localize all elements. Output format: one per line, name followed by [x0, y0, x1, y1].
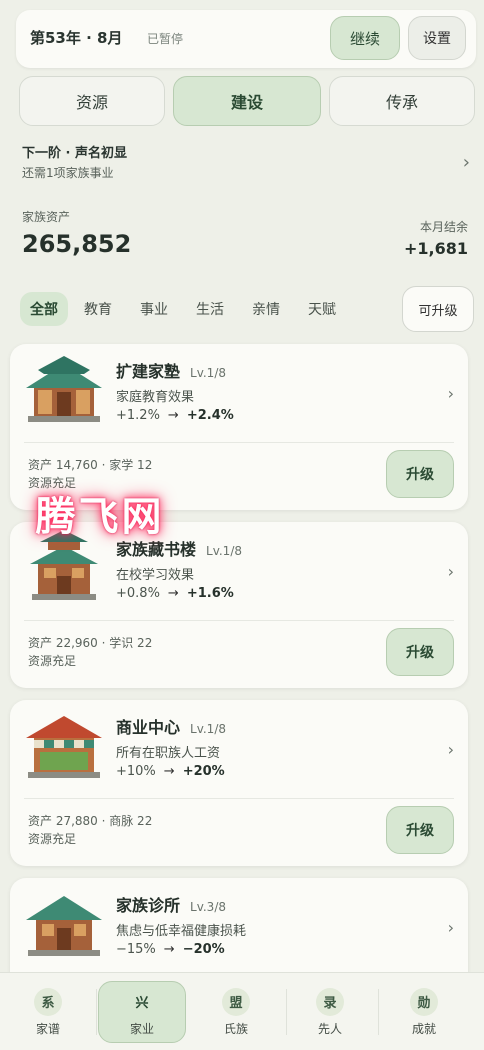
category-filters: 全部 教育 事业 生活 亲情 天赋 可升级: [16, 286, 476, 332]
upgrade-requirements: 资产 27,880 · 商脉 22: [28, 814, 153, 828]
nav-ancestors[interactable]: 录 先人: [286, 981, 374, 1043]
chevron-right-icon[interactable]: ›: [448, 384, 454, 403]
effect-change: −15% → −20%: [116, 942, 225, 957]
divider: [24, 620, 454, 621]
building-level: Lv.1/8: [206, 544, 242, 558]
top-bar: 第53年 · 8月 已暂停 继续 设置: [16, 10, 476, 68]
bottom-nav: 系 家谱 兴 家业 盟 氏族 录 先人 勋 成就: [0, 972, 484, 1050]
nav-family-business[interactable]: 兴 家业: [98, 981, 186, 1043]
divider: [24, 798, 454, 799]
upgrade-button[interactable]: 升级: [386, 450, 454, 498]
building-card[interactable]: 商业中心 Lv.1/8 所有在职族人工资 +10% → +20% › 资产 27,88…: [10, 700, 468, 866]
medal-icon: 勋: [410, 987, 438, 1016]
building-level: Lv.3/8: [190, 900, 226, 914]
nav-label: 氏族: [223, 1021, 248, 1036]
chevron-right-icon[interactable]: ›: [448, 918, 454, 937]
arrow-right-icon: →: [167, 408, 179, 423]
prosper-icon: 兴: [135, 996, 149, 1011]
divider: [378, 989, 379, 1035]
genealogy-icon: 系: [34, 987, 62, 1016]
chevron-right-icon[interactable]: ›: [448, 740, 454, 759]
building-name: 商业中心 Lv.1/8: [116, 718, 226, 737]
upgrade-button[interactable]: 升级: [386, 806, 454, 854]
building-effect: 焦虑与低幸福健康损耗: [116, 924, 247, 939]
resource-status: 资源充足: [28, 654, 77, 668]
school-building-icon: [26, 356, 102, 422]
nav-label: 先人: [317, 1021, 342, 1036]
chevron-right-icon: ›: [462, 152, 470, 173]
assets-summary: 家族资产 265,852 本月结余 +1,681: [22, 206, 472, 266]
nav-label: 成就: [411, 1021, 436, 1036]
filter-career[interactable]: 事业: [130, 292, 178, 326]
monthly-balance-label: 本月结余: [419, 220, 468, 234]
monthly-balance-value: +1,681: [403, 239, 468, 258]
next-stage-row[interactable]: 下一阶 · 声名初显 还需1项家族事业 ›: [22, 142, 472, 182]
nav-label: 家谱: [35, 1021, 60, 1036]
filter-education[interactable]: 教育: [74, 292, 122, 326]
nav-achievements[interactable]: 勋 成就: [380, 981, 468, 1043]
filter-all[interactable]: 全部: [20, 292, 68, 326]
next-stage-title: 下一阶 · 声名初显: [22, 146, 127, 161]
building-effect: 在校学习效果: [116, 568, 195, 583]
tab-inheritance[interactable]: 传承: [329, 76, 475, 126]
filter-life[interactable]: 生活: [186, 292, 234, 326]
watermark: 腾飞网: [35, 494, 165, 540]
arrow-right-icon: →: [163, 942, 175, 957]
arrow-right-icon: →: [167, 586, 179, 601]
resource-status: 资源充足: [28, 832, 77, 846]
building-name: 家族诊所 Lv.3/8: [116, 896, 226, 915]
building-level: Lv.1/8: [190, 722, 226, 736]
tab-resources[interactable]: 资源: [19, 76, 165, 126]
building-level: Lv.1/8: [190, 366, 226, 380]
continue-button[interactable]: 继续: [330, 16, 400, 60]
upgrade-requirements: 资产 22,960 · 学识 22: [28, 636, 153, 650]
divider: [96, 989, 97, 1035]
main-tabs: 资源 建设 传承: [19, 76, 475, 126]
building-effect: 家庭教育效果: [116, 390, 195, 405]
nav-genealogy[interactable]: 系 家谱: [4, 981, 92, 1043]
assets-value: 265,852: [22, 230, 132, 258]
commerce-building-icon: [26, 716, 102, 778]
game-date: 第53年 · 8月: [30, 29, 123, 47]
divider: [24, 442, 454, 443]
filter-talent[interactable]: 天赋: [298, 292, 346, 326]
building-effect: 所有在职族人工资: [116, 746, 221, 761]
building-name: 扩建家塾 Lv.1/8: [116, 362, 226, 381]
effect-change: +0.8% → +1.6%: [116, 586, 234, 601]
effect-change: +10% → +20%: [116, 764, 225, 779]
alliance-icon: 盟: [222, 987, 250, 1016]
assets-label: 家族资产: [22, 210, 71, 224]
effect-change: +1.2% → +2.4%: [116, 408, 234, 423]
upgrade-button[interactable]: 升级: [386, 628, 454, 676]
clinic-building-icon: [26, 896, 102, 956]
settings-button[interactable]: 设置: [408, 16, 466, 60]
paused-status: 已暂停: [147, 32, 184, 46]
record-icon: 录: [316, 987, 344, 1016]
chevron-right-icon[interactable]: ›: [448, 562, 454, 581]
tab-construction[interactable]: 建设: [173, 76, 321, 126]
nav-clan[interactable]: 盟 氏族: [192, 981, 280, 1043]
next-stage-subtitle: 还需1项家族事业: [22, 166, 114, 180]
upgradable-filter-button[interactable]: 可升级: [402, 286, 474, 332]
upgrade-requirements: 资产 14,760 · 家学 12: [28, 458, 153, 472]
arrow-right-icon: →: [163, 764, 175, 779]
nav-label: 家业: [129, 1021, 154, 1036]
filter-family[interactable]: 亲情: [242, 292, 290, 326]
